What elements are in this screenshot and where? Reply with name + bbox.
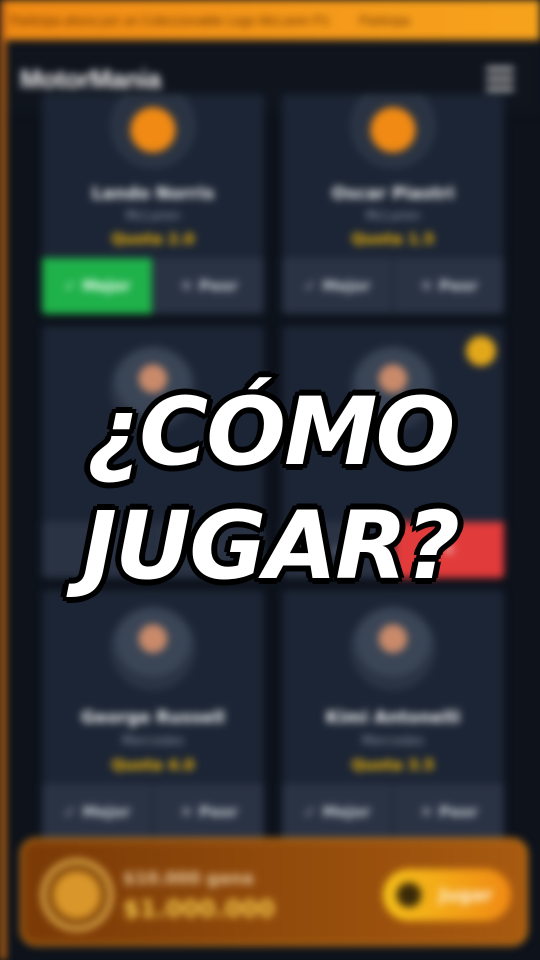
driver-card[interactable]: Oscar Piastri McLaren Quota 1.5 ✓ Mejor ✕… [282, 94, 504, 314]
driver-name: George Russell [81, 708, 225, 728]
vote-best-label: Mejor [322, 277, 371, 295]
check-icon: ✓ [63, 277, 77, 295]
promo-ticker[interactable]: Participa ahora por un Coleccionable Leg… [6, 0, 540, 40]
check-icon: ✓ [63, 803, 77, 821]
vote-worst-button[interactable]: ✕ Peor [392, 258, 504, 314]
driver-card[interactable]: George Russell Mercedes Quota 4.0 ✓ Mejor… [42, 590, 264, 840]
driver-avatar [351, 94, 435, 168]
vote-worst-label: Peor [438, 277, 478, 295]
hamburger-menu-icon[interactable] [486, 67, 514, 91]
driver-odds: Quota 3.5 [351, 756, 435, 774]
vote-worst-button[interactable]: ✕ Peor [392, 784, 504, 840]
headline-line-1: ¿CÓMO [84, 378, 459, 487]
vote-best-label: Mejor [82, 277, 131, 295]
vote-best-button[interactable]: ✓ Mejor [282, 258, 392, 314]
close-icon: ✕ [180, 277, 193, 295]
driver-avatar [111, 94, 195, 168]
driver-avatar [351, 606, 435, 690]
vote-best-label: Mejor [322, 803, 371, 821]
app-logo[interactable]: MotorMania [20, 64, 161, 95]
check-icon: ✓ [303, 277, 317, 295]
close-icon: ✕ [420, 277, 433, 295]
vote-worst-button[interactable]: ✕ Peor [152, 258, 264, 314]
driver-name: Kimi Antonelli [325, 708, 461, 728]
driver-team: McLaren [125, 209, 181, 224]
vote-buttons: ✓ Mejor ✕ Peor [42, 784, 264, 840]
driver-team: Mercedes [121, 734, 185, 749]
driver-team: Mercedes [361, 734, 425, 749]
vote-worst-label: Peor [438, 803, 478, 821]
vote-worst-button[interactable]: ✕ Peor [152, 784, 264, 840]
ticker-text: Participa [359, 12, 410, 28]
vote-worst-label: Peor [198, 803, 238, 821]
vote-worst-label: Peor [198, 277, 238, 295]
check-icon: ✓ [303, 803, 317, 821]
ticker-text: Participa ahora por un Coleccionable Leg… [10, 12, 330, 28]
play-button-label: Jugar [439, 884, 493, 906]
driver-name: Lando Norris [91, 184, 215, 204]
vote-buttons: ✓ Mejor ✕ Peor [282, 258, 504, 314]
vote-best-label: Mejor [82, 803, 131, 821]
prize-footer: $10.000 gana $1.000.000 Jugar [20, 838, 528, 946]
badge-icon [466, 336, 496, 366]
vote-best-button[interactable]: ✓ Mejor [42, 784, 152, 840]
close-icon: ✕ [180, 803, 193, 821]
vote-best-button[interactable]: ✓ Mejor [42, 258, 152, 314]
close-icon: ✕ [420, 803, 433, 821]
vote-best-button[interactable]: ✓ Mejor [282, 784, 392, 840]
prize-amount: $1.000.000 [123, 895, 275, 923]
driver-team: McLaren [365, 209, 421, 224]
driver-odds: Quota 1.5 [351, 230, 435, 248]
vote-buttons: ✓ Mejor ✕ Peor [282, 784, 504, 840]
vote-buttons: ✓ Mejor ✕ Peor [42, 258, 264, 314]
driver-name: Oscar Piastri [331, 184, 455, 204]
coin-icon [393, 879, 425, 911]
driver-card[interactable]: Lando Norris McLaren Quota 2.0 ✓ Mejor ✕ P… [42, 94, 264, 314]
driver-odds: Quota 2.0 [111, 230, 195, 248]
left-edge-strip [0, 0, 6, 960]
driver-odds: Quota 4.0 [111, 756, 195, 774]
driver-card[interactable]: Kimi Antonelli Mercedes Quota 3.5 ✓ Mejor… [282, 590, 504, 840]
play-button[interactable]: Jugar [383, 869, 511, 921]
headline-line-2: JUGAR? [79, 492, 463, 601]
prize-label: $10.000 gana [123, 869, 254, 889]
driver-avatar [111, 606, 195, 690]
coin-icon [41, 859, 113, 931]
